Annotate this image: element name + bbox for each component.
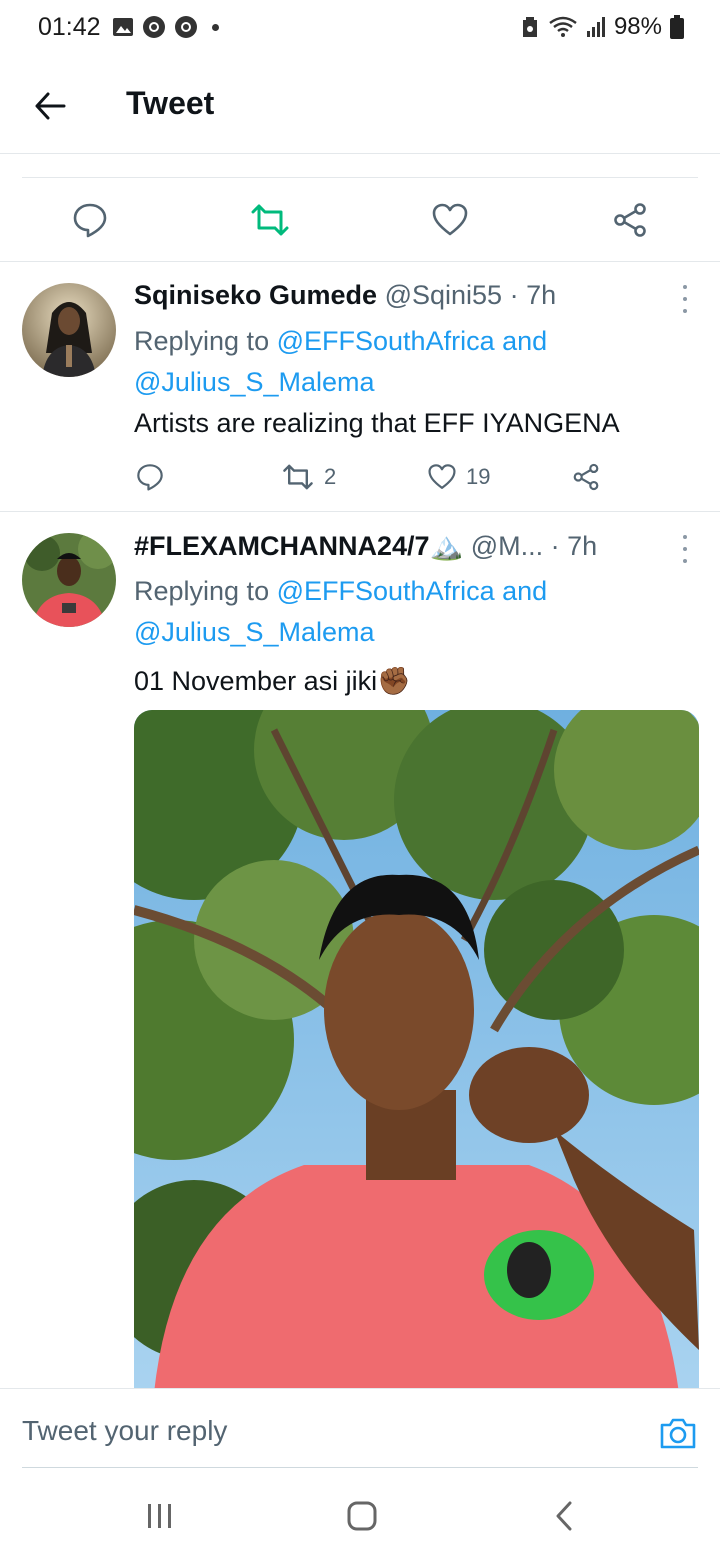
more-notifications-dot [212,23,219,31]
reply-tweet[interactable]: #FLEXAMCHANNA24/7🏔️ @M... · 7h Replying … [0,513,720,1393]
user-handle[interactable]: @M... [471,531,543,561]
reply-action-bar: 2 19 [134,459,614,495]
like-count: 19 [466,464,491,489]
heart-icon [432,203,468,236]
mention-link[interactable]: @Julius_S_Malema [134,367,375,397]
reply-header: Sqiniseko Gumede @Sqini55 · 7h [134,280,556,311]
timestamp: · 7h [550,531,598,561]
mention-and: and [502,326,548,356]
avatar[interactable] [22,283,116,377]
share-button[interactable] [610,200,650,240]
recent-apps-button[interactable] [138,1494,182,1538]
tweet-text: Artists are realizing that EFF IYANGENA [134,408,620,438]
camera-button[interactable] [658,1413,698,1453]
status-bar: 01:42 98% [0,0,720,58]
retweet-icon [283,464,313,490]
wifi-icon [549,16,577,37]
display-name[interactable]: Sqiniseko Gumede [134,280,377,310]
chrome-notification-icon [143,16,165,38]
app-header: Tweet [0,58,720,154]
system-status-icons: 98% [520,13,684,41]
retweet-button[interactable]: 2 [282,459,336,495]
replying-prefix: Replying to [134,576,270,606]
retweet-count: 2 [324,464,337,489]
timestamp: · 7h [509,280,557,310]
tweet-text: 01 November asi jiki✊🏾 [134,666,411,696]
battery-icon [670,15,684,39]
reply-input[interactable]: Tweet your reply [22,1415,227,1447]
signal-icon [586,17,605,37]
more-options-button[interactable] [678,535,692,563]
like-button[interactable] [430,200,470,240]
display-name[interactable]: #FLEXAMCHANNA24/7🏔️ [134,531,463,561]
mention-link[interactable]: @EFFSouthAfrica [277,326,495,356]
tweet-photo[interactable] [134,710,699,1393]
reply-icon [73,203,107,238]
gallery-notification-icon [113,18,133,36]
reply-tweet[interactable]: Sqiniseko Gumede @Sqini55 · 7h Replying … [0,263,720,512]
mention-link[interactable]: @EFFSouthAfrica [277,576,495,606]
like-button[interactable]: 19 [428,459,490,495]
reply-button[interactable] [136,459,164,495]
share-button[interactable] [572,459,600,495]
retweet-icon [251,204,289,236]
tweet-action-bar [0,178,720,262]
notification-icons [112,15,219,39]
reply-composer: Tweet your reply [0,1388,720,1468]
reply-icon [137,464,163,491]
home-button[interactable] [340,1494,384,1538]
data-saver-icon [522,17,537,37]
mention-link[interactable]: @Julius_S_Malema [134,617,375,647]
status-time: 01:42 [38,13,101,41]
recent-apps-icon [148,1504,171,1528]
battery-percentage: 98% [613,13,662,40]
heart-icon [428,464,456,489]
replying-prefix: Replying to [134,326,270,356]
share-icon [614,203,646,237]
replying-to: Replying to @EFFSouthAfrica and @Julius_… [134,321,694,403]
arrow-left-icon [35,92,66,120]
user-handle[interactable]: @Sqini55 [385,280,502,310]
retweet-button[interactable] [250,200,290,240]
chevron-left-icon [556,1501,572,1531]
reply-button[interactable] [70,200,110,240]
back-button[interactable] [30,86,70,126]
system-navigation-bar [0,1468,720,1560]
share-icon [573,463,599,491]
mention-and: and [502,576,548,606]
chrome-notification-icon-2 [175,16,197,38]
home-icon [347,1501,377,1531]
replying-to: Replying to @EFFSouthAfrica and @Julius_… [134,571,694,653]
reply-header: #FLEXAMCHANNA24/7🏔️ @M... · 7h [134,530,597,562]
page-title: Tweet [126,85,215,121]
avatar[interactable] [22,533,116,627]
more-options-button[interactable] [678,285,692,313]
system-back-button[interactable] [542,1494,586,1538]
camera-icon [660,1418,696,1449]
